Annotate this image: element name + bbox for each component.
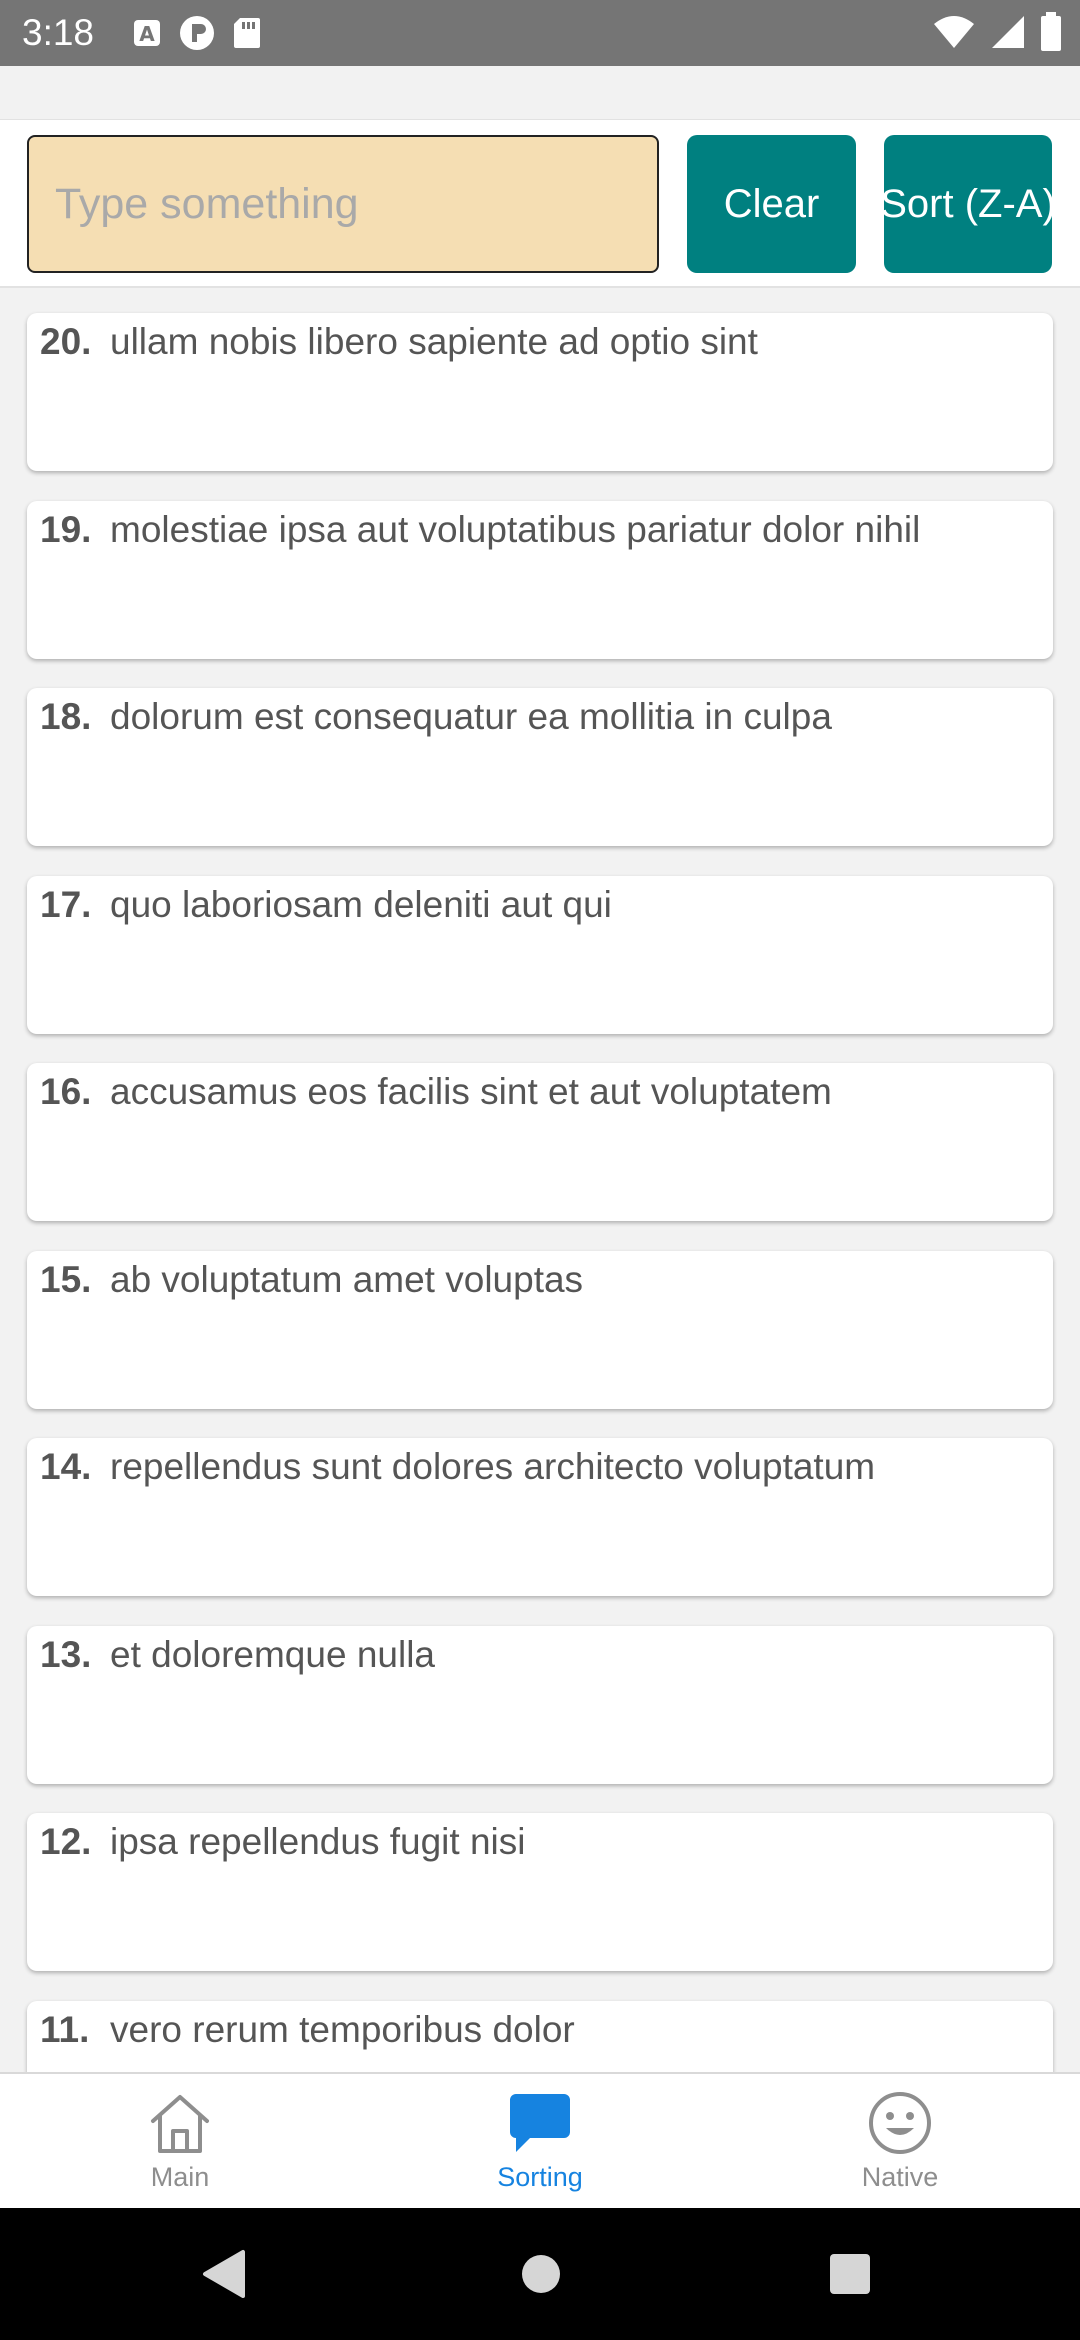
sort-button[interactable]: Sort (Z-A) (884, 135, 1052, 273)
control-row: Clear Sort (Z-A) (0, 120, 1080, 288)
text-input[interactable] (27, 135, 659, 273)
item-text: et doloremque nulla (110, 1634, 435, 1675)
list-item[interactable]: 11. vero rerum temporibus dolor (27, 2001, 1053, 2072)
item-index: 18. (40, 696, 92, 737)
item-text: ipsa repellendus fugit nisi (110, 1821, 526, 1862)
item-list[interactable]: 20. ullam nobis libero sapiente ad optio… (0, 288, 1080, 2072)
status-bar: 3:18 A (0, 0, 1080, 66)
item-text: quo laboriosam deleniti aut qui (110, 884, 612, 925)
item-index: 14. (40, 1446, 92, 1487)
bottom-tab-bar: Main Sorting Native (0, 2072, 1080, 2208)
item-index: 11. (40, 2009, 90, 2050)
list-item[interactable]: 18. dolorum est consequatur ea mollitia … (27, 688, 1053, 846)
list-item[interactable]: 15. ab voluptatum amet voluptas (27, 1251, 1053, 1409)
item-index: 20. (40, 321, 92, 362)
item-text: accusamus eos facilis sint et aut volupt… (110, 1071, 832, 1112)
item-index: 16. (40, 1071, 92, 1112)
tab-label-main: Main (150, 2162, 210, 2192)
a-box-icon: A (132, 18, 162, 48)
list-item[interactable]: 16. accusamus eos facilis sint et aut vo… (27, 1063, 1053, 1221)
battery-icon (1040, 12, 1062, 52)
item-index: 17. (40, 884, 92, 925)
item-text: ab voluptatum amet voluptas (110, 1259, 584, 1300)
chat-bubble-icon (505, 2088, 575, 2158)
clear-button[interactable]: Clear (687, 135, 856, 273)
item-text: repellendus sunt dolores architecto volu… (110, 1446, 876, 1487)
item-text: vero rerum temporibus dolor (110, 2009, 575, 2050)
item-index: 19. (40, 509, 92, 550)
circle-p-icon (178, 14, 216, 52)
wifi-icon (932, 14, 976, 50)
tab-label-sorting: Sorting (497, 2162, 583, 2192)
item-index: 15. (40, 1259, 92, 1300)
sd-card-icon (232, 16, 262, 50)
list-item[interactable]: 20. ullam nobis libero sapiente ad optio… (27, 313, 1053, 471)
system-nav-bar (0, 2208, 1080, 2340)
system-icons (932, 12, 1062, 52)
item-text: dolorum est consequatur ea mollitia in c… (110, 696, 832, 737)
smiley-icon (865, 2088, 935, 2158)
item-text: molestiae ipsa aut voluptatibus pariatur… (110, 509, 921, 550)
status-time: 3:18 (22, 12, 95, 53)
tab-label-native: Native (861, 2162, 939, 2192)
svg-text:A: A (139, 22, 155, 46)
list-item[interactable]: 12. ipsa repellendus fugit nisi (27, 1813, 1053, 1971)
notification-icons: A (132, 14, 262, 52)
item-index: 12. (40, 1821, 92, 1862)
item-index: 13. (40, 1634, 92, 1675)
recents-square-icon[interactable] (816, 2240, 884, 2308)
list-item[interactable]: 13. et doloremque nulla (27, 1626, 1053, 1784)
signal-icon (990, 14, 1026, 50)
tab-native[interactable]: Native (720, 2074, 1080, 2208)
tab-sorting[interactable]: Sorting (360, 2074, 720, 2208)
tab-main[interactable]: Main (0, 2074, 360, 2208)
item-text: ullam nobis libero sapiente ad optio sin… (110, 321, 758, 362)
list-item[interactable]: 14. repellendus sunt dolores architecto … (27, 1438, 1053, 1596)
home-circle-icon[interactable] (507, 2240, 575, 2308)
header-strip (0, 66, 1080, 121)
home-icon (145, 2088, 215, 2158)
list-item[interactable]: 17. quo laboriosam deleniti aut qui (27, 876, 1053, 1034)
back-triangle-icon[interactable] (190, 2240, 258, 2308)
list-item[interactable]: 19. molestiae ipsa aut voluptatibus pari… (27, 501, 1053, 659)
